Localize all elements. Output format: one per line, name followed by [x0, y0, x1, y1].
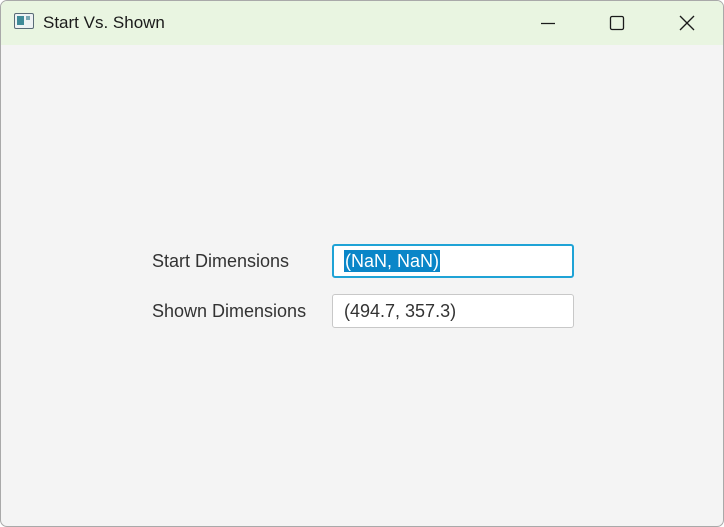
start-dimensions-label: Start Dimensions [152, 251, 290, 271]
start-dimensions-value: (NaN, NaN) [344, 250, 441, 272]
close-icon [679, 15, 695, 31]
shown-dimensions-label: Shown Dimensions [152, 301, 307, 321]
start-dimensions-field[interactable]: (NaN, NaN) [332, 244, 574, 278]
window-title: Start Vs. Shown [43, 13, 165, 32]
shown-dimensions-field[interactable]: (494.7, 357.3) [332, 294, 574, 328]
app-window: Start Vs. Shown Start Dimensions (NaN, N… [0, 0, 724, 527]
shown-dimensions-value: (494.7, 357.3) [344, 301, 457, 321]
minimize-button[interactable] [513, 1, 583, 45]
app-window-icon [14, 13, 34, 29]
maximize-icon [609, 15, 625, 31]
maximize-button[interactable] [582, 1, 652, 45]
title-bar[interactable]: Start Vs. Shown [1, 1, 723, 45]
close-button[interactable] [652, 1, 722, 45]
minimize-icon [541, 22, 555, 25]
